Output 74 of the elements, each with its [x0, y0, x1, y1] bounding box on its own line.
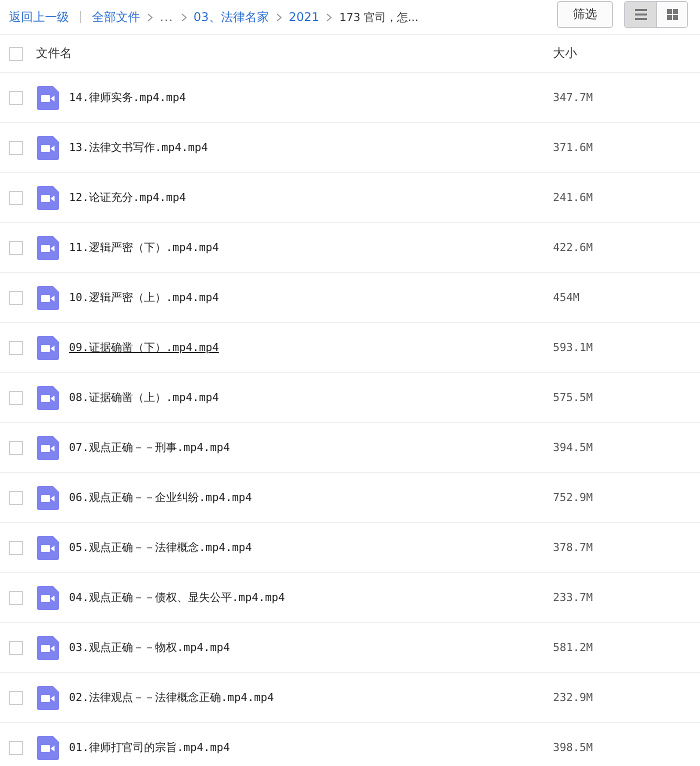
video-file-icon [37, 636, 59, 660]
file-size: 233.7M [553, 591, 593, 604]
video-file-icon [37, 486, 59, 510]
row-checkbox[interactable] [9, 90, 23, 104]
row-checkbox[interactable] [9, 690, 23, 704]
file-size: 581.2M [553, 641, 593, 654]
filter-button[interactable]: 筛选 [557, 0, 613, 28]
file-size: 454M [553, 291, 580, 304]
list-view-button[interactable] [625, 2, 656, 26]
grid-icon [666, 8, 678, 20]
video-file-icon [37, 436, 59, 460]
file-name[interactable]: 01.律师打官司的宗旨.mp4.mp4 [69, 740, 553, 755]
current-folder: 173 官司，怎... [339, 10, 418, 24]
file-size: 752.9M [553, 491, 593, 504]
file-name[interactable]: 10.逻辑严密（上）.mp4.mp4 [69, 290, 553, 305]
row-checkbox[interactable] [9, 190, 23, 204]
video-file-icon [37, 286, 59, 310]
video-file-icon [37, 186, 59, 210]
row-checkbox[interactable] [9, 140, 23, 154]
video-file-icon [37, 736, 59, 760]
breadcrumb-link[interactable]: 2021 [288, 10, 320, 24]
breadcrumb-ellipsis: ... [160, 10, 174, 24]
file-name[interactable]: 14.律师实务.mp4.mp4 [69, 90, 553, 105]
file-name[interactable]: 04.观点正确－－债权、显失公平.mp4.mp4 [69, 590, 553, 605]
video-file-icon [37, 536, 59, 560]
row-checkbox[interactable] [9, 640, 23, 654]
file-name[interactable]: 05.观点正确－－法律概念.mp4.mp4 [69, 540, 553, 555]
row-checkbox[interactable] [9, 440, 23, 454]
file-size: 398.5M [553, 741, 593, 754]
chevron-icon [180, 12, 186, 22]
row-checkbox[interactable] [9, 540, 23, 554]
breadcrumb-link[interactable]: 03、法律名家 [194, 8, 269, 26]
file-name[interactable]: 06.观点正确－－企业纠纷.mp4.mp4 [69, 490, 553, 505]
file-name[interactable]: 09.证据确凿（下）.mp4.mp4 [69, 340, 553, 355]
row-checkbox[interactable] [9, 740, 23, 754]
video-file-icon [37, 586, 59, 610]
file-size: 575.5M [553, 391, 593, 404]
file-name[interactable]: 12.论证充分.mp4.mp4 [69, 190, 553, 205]
chevron-icon [147, 12, 153, 22]
select-all-checkbox[interactable] [9, 46, 23, 60]
list-icon [634, 8, 646, 20]
row-checkbox[interactable] [9, 340, 23, 354]
video-file-icon [37, 136, 59, 160]
file-size: 371.6M [553, 141, 593, 154]
file-size: 347.7M [553, 91, 593, 104]
file-size: 394.5M [553, 441, 593, 454]
video-file-icon [37, 386, 59, 410]
file-size: 593.1M [553, 341, 593, 354]
column-header[interactable]: 大小 [553, 45, 577, 62]
file-size: 232.9M [553, 691, 593, 704]
grid-view-button[interactable] [656, 2, 687, 26]
video-file-icon [37, 236, 59, 260]
video-file-icon [37, 686, 59, 710]
file-size: 378.7M [553, 541, 593, 554]
file-size: 241.6M [553, 191, 593, 204]
row-checkbox[interactable] [9, 590, 23, 604]
back-link[interactable]: 返回上一级 [9, 8, 69, 26]
video-file-icon [37, 336, 59, 360]
breadcrumb-link[interactable]: 全部文件 [92, 8, 140, 26]
chevron-icon [276, 12, 282, 22]
row-checkbox[interactable] [9, 290, 23, 304]
chevron-icon [326, 12, 332, 22]
row-checkbox[interactable] [9, 390, 23, 404]
column-header[interactable]: 文件名 [36, 45, 553, 62]
file-size: 422.6M [553, 241, 593, 254]
file-name[interactable]: 13.法律文书写作.mp4.mp4 [69, 140, 553, 155]
row-checkbox[interactable] [9, 490, 23, 504]
row-checkbox[interactable] [9, 240, 23, 254]
file-name[interactable]: 08.证据确凿（上）.mp4.mp4 [69, 390, 553, 405]
file-name[interactable]: 07.观点正确－－刑事.mp4.mp4 [69, 440, 553, 455]
file-name[interactable]: 02.法律观点－－法律概念正确.mp4.mp4 [69, 690, 553, 705]
video-file-icon [37, 86, 59, 110]
file-name[interactable]: 03.观点正确－－物权.mp4.mp4 [69, 640, 553, 655]
file-name[interactable]: 11.逻辑严密（下）.mp4.mp4 [69, 240, 553, 255]
